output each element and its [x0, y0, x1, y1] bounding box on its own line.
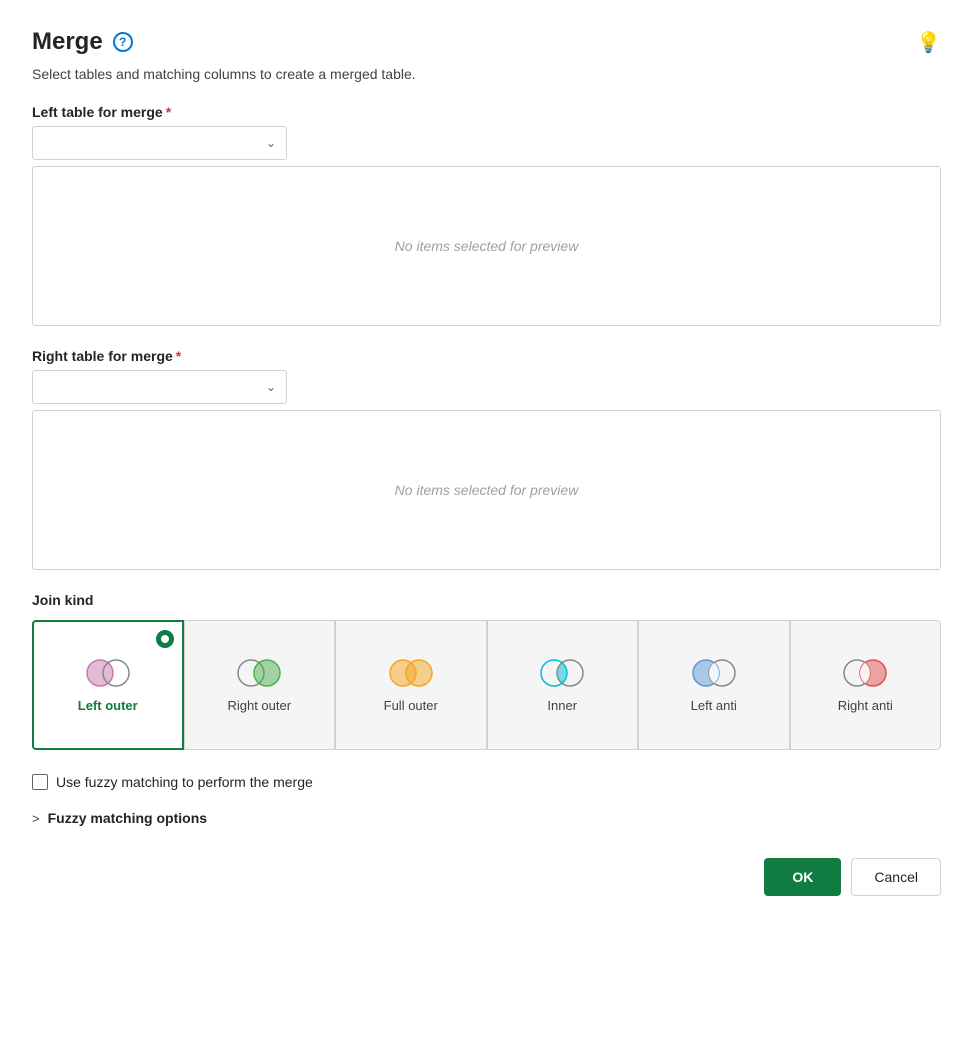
join-option-left-anti-label: Left anti: [691, 698, 737, 715]
join-kind-section: Join kind Left outer Right outer: [32, 592, 941, 750]
join-option-full-outer[interactable]: Full outer: [335, 620, 487, 750]
left-table-preview: No items selected for preview: [32, 166, 941, 326]
subtitle: Select tables and matching columns to cr…: [32, 66, 941, 82]
left-table-preview-text: No items selected for preview: [395, 238, 579, 254]
left-table-section: Left table for merge* ⌄ No items selecte…: [32, 104, 941, 326]
fuzzy-matching-row: Use fuzzy matching to perform the merge: [32, 774, 941, 790]
join-option-right-anti[interactable]: Right anti: [790, 620, 942, 750]
right-table-label: Right table for merge*: [32, 348, 941, 364]
inner-venn-icon: [534, 656, 590, 690]
left-table-dropdown[interactable]: ⌄: [32, 126, 287, 160]
right-table-section: Right table for merge* ⌄ No items select…: [32, 348, 941, 570]
left-outer-venn-icon: [80, 656, 136, 690]
merge-dialog: Merge ? 💡 Select tables and matching col…: [0, 0, 973, 928]
ok-button[interactable]: OK: [764, 858, 841, 896]
join-option-left-anti[interactable]: Left anti: [638, 620, 790, 750]
join-option-left-outer-label: Left outer: [78, 698, 138, 715]
join-kind-label: Join kind: [32, 592, 941, 608]
join-options-group: Left outer Right outer Full outer: [32, 620, 941, 750]
right-table-chevron-icon: ⌄: [266, 380, 276, 394]
right-table-required: *: [176, 348, 181, 364]
join-option-right-outer-label: Right outer: [227, 698, 291, 715]
help-icon[interactable]: ?: [113, 32, 133, 52]
fuzzy-options-label: Fuzzy matching options: [48, 810, 207, 826]
lightbulb-icon[interactable]: 💡: [916, 30, 941, 55]
right-table-dropdown[interactable]: ⌄: [32, 370, 287, 404]
join-option-full-outer-label: Full outer: [384, 698, 438, 715]
left-table-chevron-icon: ⌄: [266, 136, 276, 150]
join-option-left-outer[interactable]: Left outer: [32, 620, 184, 750]
right-anti-venn-icon: [837, 656, 893, 690]
left-anti-venn-icon: [686, 656, 742, 690]
header-row: Merge ? 💡: [32, 28, 941, 56]
fuzzy-options-expander[interactable]: > Fuzzy matching options: [32, 810, 941, 826]
join-option-right-outer[interactable]: Right outer: [184, 620, 336, 750]
chevron-right-icon: >: [32, 811, 40, 826]
fuzzy-matching-label: Use fuzzy matching to perform the merge: [56, 774, 313, 790]
title-area: Merge ?: [32, 28, 133, 56]
join-option-inner[interactable]: Inner: [487, 620, 639, 750]
footer-buttons: OK Cancel: [32, 858, 941, 896]
left-table-label: Left table for merge*: [32, 104, 941, 120]
page-title: Merge: [32, 28, 103, 56]
right-table-preview: No items selected for preview: [32, 410, 941, 570]
right-outer-venn-icon: [231, 656, 287, 690]
full-outer-venn-icon: [383, 656, 439, 690]
right-table-preview-text: No items selected for preview: [395, 482, 579, 498]
selected-indicator: [156, 630, 174, 648]
join-option-right-anti-label: Right anti: [838, 698, 893, 715]
left-table-required: *: [166, 104, 171, 120]
join-option-inner-label: Inner: [547, 698, 577, 715]
cancel-button[interactable]: Cancel: [851, 858, 941, 896]
fuzzy-matching-checkbox[interactable]: [32, 774, 48, 790]
